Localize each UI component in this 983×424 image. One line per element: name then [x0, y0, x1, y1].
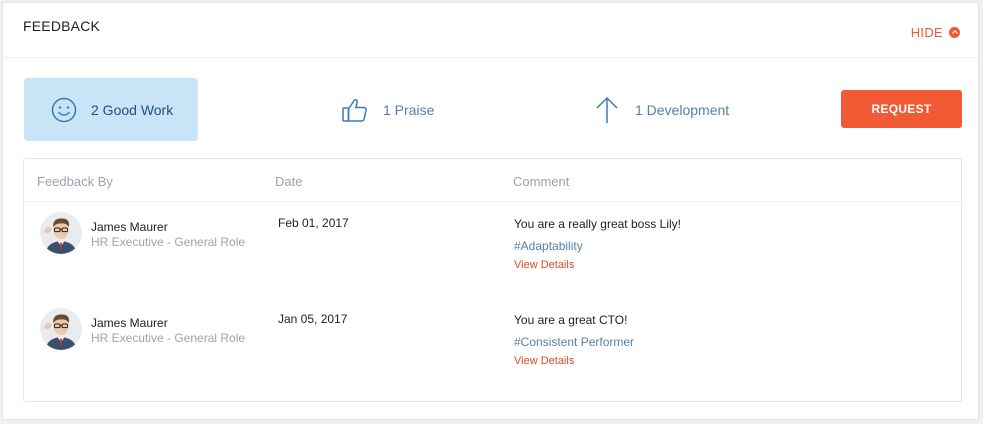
- feedback-tabs: 2 Good Work 1 Praise 1 Development: [3, 58, 978, 158]
- feedback-comment: You are a really great boss Lily!: [514, 217, 681, 231]
- request-button[interactable]: REQUEST: [841, 90, 962, 128]
- card-header: FEEDBACK HIDE: [3, 3, 978, 58]
- avatar: [40, 212, 82, 254]
- column-date: Date: [275, 174, 303, 189]
- arrow-up-icon: [596, 96, 618, 123]
- hide-label: HIDE: [910, 25, 943, 40]
- chevron-up-circle-icon: [949, 27, 960, 38]
- tab-good-work-label: 2 Good Work: [91, 101, 174, 118]
- feedback-author-name: James Maurer: [91, 316, 168, 330]
- hide-toggle[interactable]: HIDE: [911, 25, 960, 40]
- column-feedback-by: Feedback By: [37, 174, 113, 189]
- view-details-link[interactable]: View Details: [514, 259, 574, 271]
- feedback-tag[interactable]: #Consistent Performer: [514, 335, 634, 349]
- column-comment: Comment: [513, 174, 570, 189]
- feedback-author-role: HR Executive - General Role: [91, 235, 246, 249]
- feedback-table: Feedback By Date Comment James Maurer HR…: [23, 158, 962, 402]
- smiley-icon: [51, 97, 77, 122]
- feedback-card: FEEDBACK HIDE 2 Good Work 1 Praise 1 Dev…: [2, 2, 979, 420]
- tab-good-work[interactable]: 2 Good Work: [24, 78, 198, 141]
- feedback-author-name: James Maurer: [91, 220, 168, 234]
- avatar: [40, 308, 82, 350]
- card-title: FEEDBACK: [23, 18, 101, 34]
- table-row: James Maurer HR Executive - General Role…: [24, 202, 961, 298]
- feedback-tag[interactable]: #Adaptability: [514, 239, 583, 253]
- feedback-comment: You are a great CTO!: [514, 313, 628, 327]
- feedback-date: Jan 05, 2017: [278, 312, 348, 326]
- feedback-date: Feb 01, 2017: [278, 216, 349, 230]
- feedback-author-role: HR Executive - General Role: [91, 331, 246, 345]
- table-row: James Maurer HR Executive - General Role…: [24, 298, 961, 394]
- tab-praise[interactable]: 1 Praise: [341, 78, 434, 141]
- tab-praise-label: 1 Praise: [383, 101, 435, 118]
- thumbs-up-icon: [342, 98, 367, 122]
- tab-development[interactable]: 1 Development: [593, 78, 729, 141]
- table-header: Feedback By Date Comment: [24, 159, 961, 202]
- view-details-link[interactable]: View Details: [514, 355, 574, 367]
- tab-development-label: 1 Development: [635, 101, 730, 118]
